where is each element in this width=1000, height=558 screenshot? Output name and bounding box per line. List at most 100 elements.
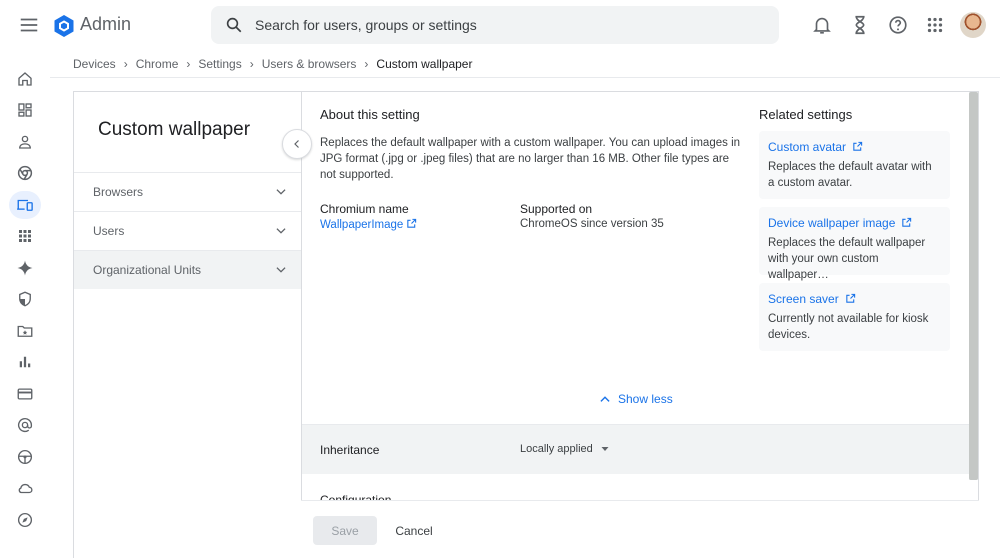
rail-chrome[interactable] bbox=[11, 159, 39, 187]
page-title: Custom wallpaper bbox=[98, 119, 251, 140]
rail-billing[interactable] bbox=[11, 380, 39, 408]
chevron-right-icon: › bbox=[186, 57, 191, 71]
chevron-right-icon: › bbox=[364, 57, 369, 71]
rail-devices[interactable] bbox=[9, 191, 41, 219]
billing-card-icon bbox=[17, 388, 33, 400]
cloud-icon bbox=[18, 483, 33, 494]
filter-label: Organizational Units bbox=[93, 263, 202, 277]
apps-grid-icon[interactable] bbox=[924, 14, 946, 36]
account-at-icon bbox=[17, 417, 33, 433]
steering-wheel-icon bbox=[17, 449, 33, 465]
breadcrumb-devices[interactable]: Devices bbox=[73, 57, 116, 71]
chromium-name-value[interactable]: WallpaperImage bbox=[320, 219, 403, 231]
drive-folder-icon bbox=[17, 325, 33, 337]
action-footer: Save Cancel bbox=[301, 500, 979, 558]
inheritance-dropdown[interactable]: Locally applied bbox=[520, 443, 611, 455]
person-icon bbox=[19, 135, 31, 149]
related-link[interactable]: Device wallpaper image bbox=[768, 216, 941, 230]
devices-icon bbox=[17, 199, 33, 211]
filter-panel: Custom wallpaper Browsers Users Organiza… bbox=[73, 91, 301, 558]
related-link[interactable]: Custom avatar bbox=[768, 140, 941, 154]
rail-home[interactable] bbox=[11, 65, 39, 93]
chevron-down-icon bbox=[276, 189, 286, 195]
breadcrumb-divider bbox=[50, 77, 1000, 78]
related-card-custom-avatar[interactable]: Custom avatar Replaces the default avata… bbox=[759, 131, 950, 199]
supported-on-label: Supported on bbox=[520, 202, 593, 216]
collapse-panel-button[interactable] bbox=[282, 129, 312, 159]
google-admin-logo-icon[interactable] bbox=[52, 14, 76, 38]
breadcrumb-chrome[interactable]: Chrome bbox=[136, 57, 179, 71]
rail-storage[interactable] bbox=[11, 474, 39, 502]
related-description: Currently not available for kiosk device… bbox=[768, 313, 929, 341]
rail-security[interactable] bbox=[11, 285, 39, 313]
setting-detail-panel: About this setting Replaces the default … bbox=[301, 91, 979, 558]
chevron-down-icon bbox=[276, 267, 286, 273]
scrollbar-thumb[interactable] bbox=[969, 92, 978, 480]
chevron-right-icon: › bbox=[123, 57, 128, 71]
filter-label: Users bbox=[93, 224, 125, 238]
bell-icon[interactable] bbox=[811, 14, 833, 36]
app-title: Admin bbox=[80, 14, 132, 34]
hourglass-icon[interactable] bbox=[849, 14, 871, 36]
filter-organizational-units[interactable]: Organizational Units bbox=[74, 250, 301, 289]
rail-explore[interactable] bbox=[11, 506, 39, 534]
related-card-screen-saver[interactable]: Screen saver Currently not available for… bbox=[759, 283, 950, 351]
chromium-name-label: Chromium name bbox=[320, 202, 409, 216]
inheritance-label: Inheritance bbox=[320, 443, 380, 457]
open-in-new-icon bbox=[902, 217, 912, 227]
related-link[interactable]: Screen saver bbox=[768, 292, 941, 306]
related-card-device-wallpaper[interactable]: Device wallpaper image Replaces the defa… bbox=[759, 207, 950, 281]
filter-users[interactable]: Users bbox=[74, 211, 301, 250]
top-app-bar: Admin bbox=[0, 0, 1000, 52]
compass-icon bbox=[17, 512, 33, 528]
avatar[interactable] bbox=[960, 12, 986, 38]
rail-rules[interactable] bbox=[11, 443, 39, 471]
breadcrumb-users-browsers[interactable]: Users & browsers bbox=[262, 57, 357, 71]
inheritance-value: Locally applied bbox=[520, 443, 593, 455]
inheritance-row: Inheritance Locally applied bbox=[302, 424, 970, 474]
cancel-button[interactable]: Cancel bbox=[387, 516, 441, 545]
related-description: Replaces the default wallpaper with your… bbox=[768, 235, 941, 283]
nav-rail bbox=[0, 52, 50, 558]
breadcrumb: Devices › Chrome › Settings › Users & br… bbox=[73, 55, 472, 73]
filter-label: Browsers bbox=[93, 185, 144, 199]
show-less-label: Show less bbox=[618, 392, 673, 406]
breadcrumb-settings[interactable]: Settings bbox=[198, 57, 241, 71]
chevron-left-icon bbox=[294, 140, 299, 148]
rail-apps[interactable] bbox=[11, 222, 39, 250]
chromium-name-link[interactable]: WallpaperImage bbox=[320, 218, 417, 231]
home-icon bbox=[18, 72, 32, 86]
menu-icon[interactable] bbox=[18, 14, 40, 36]
apps-icon bbox=[19, 230, 31, 242]
rail-dashboard[interactable] bbox=[11, 96, 39, 124]
filter-browsers[interactable]: Browsers bbox=[74, 172, 301, 211]
arrow-drop-down-icon bbox=[601, 447, 609, 451]
search-bar[interactable] bbox=[211, 6, 779, 44]
show-less-button[interactable]: Show less bbox=[598, 392, 673, 406]
rail-drive[interactable] bbox=[11, 317, 39, 345]
breadcrumb-current: Custom wallpaper bbox=[376, 57, 473, 71]
open-in-new-icon bbox=[845, 293, 855, 303]
rail-users[interactable] bbox=[11, 128, 39, 156]
supported-on-value: ChromeOS since version 35 bbox=[520, 218, 664, 230]
related-description-text: Replaces the default wallpaper with your… bbox=[768, 237, 926, 281]
related-settings-heading: Related settings bbox=[759, 107, 853, 122]
rail-gemini[interactable] bbox=[11, 254, 39, 282]
save-button[interactable]: Save bbox=[313, 516, 377, 545]
help-icon[interactable] bbox=[887, 14, 909, 36]
related-description: Replaces the default avatar with a custo… bbox=[768, 161, 932, 189]
dashboard-icon bbox=[18, 103, 32, 117]
security-shield-icon bbox=[19, 291, 31, 307]
open-in-new-icon bbox=[853, 141, 863, 151]
rail-reports[interactable] bbox=[11, 348, 39, 376]
search-input[interactable] bbox=[255, 6, 755, 44]
search-icon[interactable] bbox=[225, 16, 243, 34]
open-in-new-icon bbox=[407, 218, 417, 228]
chevron-up-icon bbox=[600, 396, 610, 402]
sparkle-icon bbox=[17, 260, 33, 276]
chevron-right-icon: › bbox=[249, 57, 254, 71]
reports-bar-chart-icon bbox=[19, 356, 31, 368]
rail-account[interactable] bbox=[11, 411, 39, 439]
chrome-icon bbox=[17, 165, 33, 181]
chevron-down-icon bbox=[276, 228, 286, 234]
